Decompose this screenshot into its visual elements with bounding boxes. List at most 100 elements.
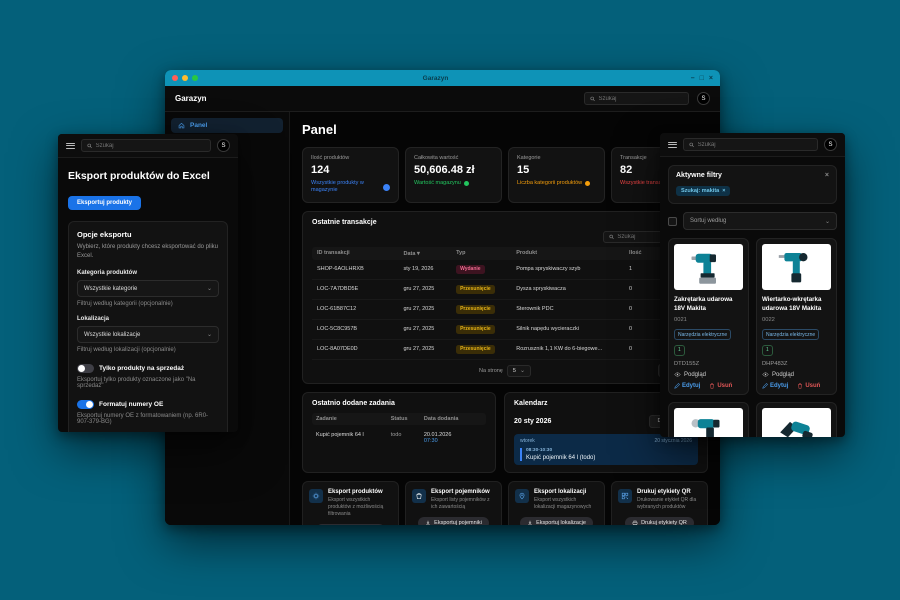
- edit-button[interactable]: Edytuj: [674, 383, 700, 389]
- transactions-table-header: ID transakcji Data ▾ Typ Produkt Ilość W…: [312, 247, 698, 260]
- search-icon: [689, 142, 695, 148]
- product-card[interactable]: [756, 402, 837, 437]
- sidebar-item-panel[interactable]: Panel: [171, 118, 283, 133]
- impact-wrench-image: [688, 411, 730, 437]
- transactions-title: Ostatnie transakcje: [312, 219, 698, 226]
- user-avatar[interactable]: S: [697, 92, 710, 105]
- format-oe-label: Formatuj numery OE: [99, 401, 163, 408]
- edit-button[interactable]: Edytuj: [762, 383, 788, 389]
- maximize-button[interactable]: □: [700, 75, 704, 82]
- event-day: wtorek: [520, 438, 535, 444]
- export-title: Eksport produktów do Excel: [68, 170, 228, 182]
- menu-icon[interactable]: [668, 142, 677, 148]
- export-search-input[interactable]: [96, 143, 205, 149]
- stat-card-products: Ilość produktów 124 Wszystkie produkty w…: [302, 147, 399, 203]
- product-card[interactable]: Wiertarko-wkrętarka udarowa 18V Makita 0…: [756, 238, 837, 395]
- delete-button[interactable]: Usuń: [709, 383, 732, 389]
- active-filters-card: Aktywne filtry × Szukaj: makita ×: [668, 165, 837, 204]
- eye-icon: [762, 372, 769, 377]
- export-panel-search[interactable]: [81, 139, 211, 152]
- sort-select[interactable]: Sortuj według ⌄: [683, 212, 837, 230]
- event-time: 08:30-10:30: [526, 448, 692, 453]
- transaction-row[interactable]: LOC-5C8C957B gru 27, 2025 Przesunięcie S…: [312, 320, 698, 340]
- trash-icon: [709, 383, 715, 389]
- filter-chip[interactable]: Szukaj: makita ×: [676, 186, 730, 196]
- chevron-down-icon: ⌄: [520, 367, 525, 374]
- category-badge: Narzędzia elektryczne: [762, 329, 819, 340]
- multi-tool-image: [776, 411, 818, 437]
- remove-filter-icon[interactable]: ×: [722, 188, 725, 194]
- calendar-date: 20 sty 2026: [514, 418, 645, 425]
- search-icon: [609, 234, 614, 240]
- dashboard-content: Panel Ilość produktów 124 Wszystkie prod…: [290, 112, 720, 525]
- transaction-row[interactable]: LOC-7A7DBD5E gru 27, 2025 Przesunięcie D…: [312, 280, 698, 300]
- transaction-row[interactable]: LOC-61B87C12 gru 27, 2025 Przesunięcie S…: [312, 300, 698, 320]
- select-all-checkbox[interactable]: [668, 217, 677, 226]
- export-products-primary-button[interactable]: Eksportuj produkty: [68, 196, 141, 210]
- product-card[interactable]: [668, 402, 749, 437]
- product-image: [674, 244, 743, 290]
- sale-only-description: Eksportuj tylko produkty oznaczone jako …: [77, 377, 219, 389]
- delete-button[interactable]: Usuń: [797, 383, 820, 389]
- per-page-select[interactable]: 5 ⌄: [507, 365, 531, 377]
- products-search-input[interactable]: [698, 142, 812, 148]
- location-select[interactable]: Wszystkie lokalizacje ⌄: [77, 326, 219, 343]
- export-locations-button[interactable]: Eksportuj lokalizacje: [520, 517, 593, 525]
- action-card-export-containers: Eksport pojemników Eksport listy pojemni…: [405, 481, 502, 525]
- format-oe-toggle[interactable]: [77, 400, 94, 409]
- user-avatar[interactable]: S: [217, 139, 230, 152]
- product-image: [762, 408, 831, 437]
- menu-icon[interactable]: [66, 143, 75, 149]
- tasks-table-header: Zadanie Status Data dodania: [312, 413, 486, 425]
- page-title: Panel: [302, 122, 708, 137]
- category-hint: Filtruj według kategorii (opcjonalnie): [77, 301, 219, 307]
- product-image: [762, 244, 831, 290]
- preview-link[interactable]: Podgląd: [674, 372, 743, 378]
- products-panel-search[interactable]: [683, 138, 818, 151]
- bucket-icon: [412, 489, 426, 503]
- category-select[interactable]: Wszystkie kategorie ⌄: [77, 280, 219, 297]
- stat-card-value: Całkowita wartość 50,606.48 zł Wartość m…: [405, 147, 502, 203]
- export-containers-button[interactable]: Eksportuj pojemniki: [418, 517, 489, 525]
- preview-link[interactable]: Podgląd: [762, 372, 831, 378]
- minimize-traffic-light[interactable]: [182, 75, 188, 81]
- home-icon: [178, 122, 185, 129]
- type-badge: Wydanie: [456, 265, 484, 274]
- task-row[interactable]: Kupić pojemnik 64 l todo 20.01.2026 07:3…: [312, 429, 486, 447]
- type-badge: Przesunięcie: [456, 325, 495, 334]
- export-products-button[interactable]: Eksportuj produkty: [316, 524, 385, 525]
- format-oe-description: Eksportuj numery OE z formatowaniem (np.…: [77, 413, 219, 425]
- traffic-lights[interactable]: [172, 75, 198, 81]
- search-icon: [87, 143, 93, 149]
- sort-caret-icon: ▾: [417, 251, 420, 257]
- window-titlebar[interactable]: Garazyn – □ ×: [165, 70, 720, 86]
- transaction-row[interactable]: LOC-8A07DE0D gru 27, 2025 Przesunięcie R…: [312, 340, 698, 360]
- close-button[interactable]: ×: [709, 75, 713, 82]
- minimize-button[interactable]: –: [691, 75, 695, 82]
- location-pin-icon: [515, 489, 529, 503]
- close-icon[interactable]: ×: [825, 172, 829, 179]
- task-time: 07:30: [424, 438, 482, 444]
- search-input[interactable]: [598, 96, 683, 102]
- calendar-event[interactable]: wtorek 20 stycznia 2026 08:30-10:30 Kupi…: [514, 434, 698, 465]
- gear-icon: [309, 489, 323, 503]
- global-search[interactable]: [584, 92, 689, 105]
- stat-card-categories: Kategorie 15 Liczba kategorii produktów: [508, 147, 605, 203]
- products-grid: Zakrętarka udarowa 18V Makita 0021 Narzę…: [660, 238, 845, 395]
- user-avatar[interactable]: S: [824, 138, 837, 151]
- event-name: Kupić pojemnik 64 l (todo): [526, 455, 692, 461]
- sort-column-date[interactable]: Data ▾: [403, 250, 456, 257]
- category-label: Kategoria produktów: [77, 270, 219, 276]
- chevron-down-icon: ⌄: [207, 285, 212, 292]
- transaction-row[interactable]: SHOP-6AOLHRXB sty 19, 2026 Wydanie Pompa…: [312, 260, 698, 280]
- products-grid-partial: [660, 402, 845, 437]
- active-filters-title: Aktywne filtry: [676, 172, 722, 179]
- window-title: Garazyn: [198, 75, 673, 82]
- product-name: Zakrętarka udarowa 18V Makita: [674, 295, 743, 314]
- quantity-badge: 1: [674, 345, 685, 356]
- sale-only-toggle[interactable]: [77, 364, 94, 373]
- product-card[interactable]: Zakrętarka udarowa 18V Makita 0021 Narzę…: [668, 238, 749, 395]
- printer-icon: [632, 520, 638, 525]
- print-qr-button[interactable]: Drukuj etykiety QR: [625, 517, 694, 525]
- close-traffic-light[interactable]: [172, 75, 178, 81]
